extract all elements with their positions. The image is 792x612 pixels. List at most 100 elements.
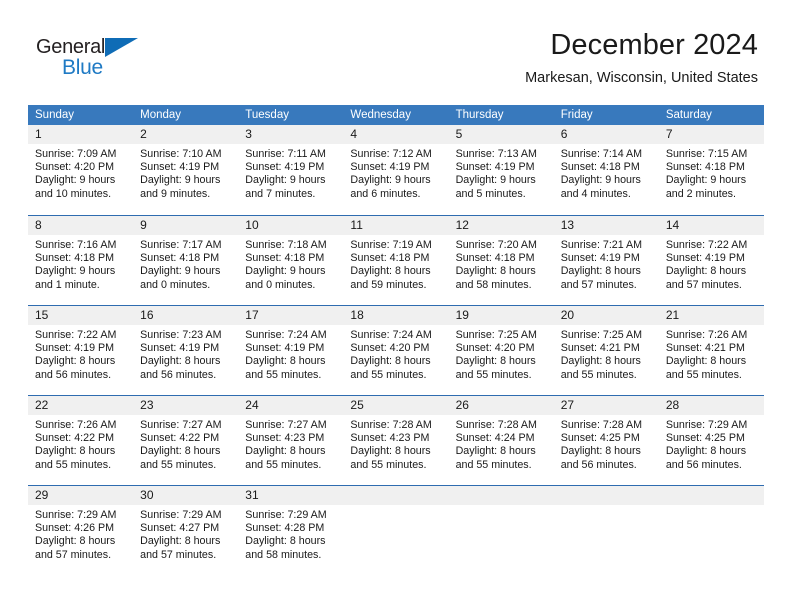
day-detail: Sunrise: 7:29 AM Sunset: 4:27 PM Dayligh… <box>133 505 238 562</box>
sunrise-text: Sunrise: 7:12 AM <box>350 148 432 160</box>
sunset-text: Sunset: 4:18 PM <box>560 161 640 174</box>
sunrise-text: Sunrise: 7:13 AM <box>455 148 537 160</box>
day-cell[interactable]: 23 Sunrise: 7:27 AM Sunset: 4:22 PM Dayl… <box>133 396 239 485</box>
daylight-line2: and 56 minutes. <box>140 368 217 381</box>
day-cell[interactable]: 4 Sunrise: 7:12 AM Sunset: 4:19 PM Dayli… <box>343 125 449 215</box>
day-number: 8 <box>28 216 134 235</box>
day-detail: Sunrise: 7:28 AM Sunset: 4:24 PM Dayligh… <box>449 415 554 472</box>
day-cell[interactable]: 25 Sunrise: 7:28 AM Sunset: 4:23 PM Dayl… <box>343 396 449 485</box>
day-cell[interactable]: 16 Sunrise: 7:23 AM Sunset: 4:19 PM Dayl… <box>133 306 239 395</box>
day-cell[interactable]: 7 Sunrise: 7:15 AM Sunset: 4:18 PM Dayli… <box>658 125 764 215</box>
day-cell[interactable]: 12 Sunrise: 7:20 AM Sunset: 4:18 PM Dayl… <box>448 216 554 305</box>
day-number: 25 <box>343 396 449 415</box>
day-cell[interactable]: 15 Sunrise: 7:22 AM Sunset: 4:19 PM Dayl… <box>28 306 134 395</box>
day-cell[interactable]: 13 Sunrise: 7:21 AM Sunset: 4:19 PM Dayl… <box>553 216 659 305</box>
day-cell[interactable]: 31 Sunrise: 7:29 AM Sunset: 4:28 PM Dayl… <box>238 486 344 575</box>
day-number: 4 <box>343 125 449 144</box>
day-number: 13 <box>553 216 659 235</box>
sunrise-text: Sunrise: 7:18 AM <box>245 239 327 251</box>
sunrise-text: Sunrise: 7:11 AM <box>245 148 326 160</box>
day-cell[interactable]: 6 Sunrise: 7:14 AM Sunset: 4:18 PM Dayli… <box>553 125 659 215</box>
day-cell[interactable]: 20 Sunrise: 7:25 AM Sunset: 4:21 PM Dayl… <box>553 306 659 395</box>
day-detail: Sunrise: 7:27 AM Sunset: 4:23 PM Dayligh… <box>238 415 343 472</box>
day-number: 17 <box>238 306 344 325</box>
day-number: 19 <box>448 306 554 325</box>
day-cell[interactable]: 28 Sunrise: 7:29 AM Sunset: 4:25 PM Dayl… <box>658 396 764 485</box>
day-cell[interactable]: 2 Sunrise: 7:10 AM Sunset: 4:19 PM Dayli… <box>133 125 239 215</box>
day-detail: Sunrise: 7:24 AM Sunset: 4:20 PM Dayligh… <box>343 325 448 382</box>
sunrise-text: Sunrise: 7:29 AM <box>35 509 117 521</box>
sunset-text: Sunset: 4:19 PM <box>140 342 220 355</box>
day-number: 29 <box>28 486 134 505</box>
day-cell-empty <box>448 486 554 575</box>
daylight-line1: Daylight: 9 hours <box>35 174 116 187</box>
general-blue-logo[interactable]: General Blue <box>36 36 146 82</box>
day-cell[interactable]: 3 Sunrise: 7:11 AM Sunset: 4:19 PM Dayli… <box>238 125 344 215</box>
sunset-text: Sunset: 4:19 PM <box>350 161 430 174</box>
sunrise-text: Sunrise: 7:15 AM <box>665 148 748 160</box>
day-number: 30 <box>133 486 239 505</box>
weekday-header-monday: Monday <box>140 109 182 121</box>
sunrise-text: Sunrise: 7:29 AM <box>245 509 327 521</box>
daylight-line1: Daylight: 8 hours <box>665 445 747 458</box>
day-detail: Sunrise: 7:28 AM Sunset: 4:25 PM Dayligh… <box>554 415 659 472</box>
day-cell[interactable]: 11 Sunrise: 7:19 AM Sunset: 4:18 PM Dayl… <box>343 216 449 305</box>
day-cell[interactable]: 27 Sunrise: 7:28 AM Sunset: 4:25 PM Dayl… <box>553 396 659 485</box>
sunrise-text: Sunrise: 7:24 AM <box>350 329 432 341</box>
sunset-text: Sunset: 4:19 PM <box>245 161 325 174</box>
day-cell[interactable]: 8 Sunrise: 7:16 AM Sunset: 4:18 PM Dayli… <box>28 216 134 305</box>
sunset-text: Sunset: 4:21 PM <box>665 342 745 355</box>
day-cell[interactable]: 5 Sunrise: 7:13 AM Sunset: 4:19 PM Dayli… <box>448 125 554 215</box>
day-detail: Sunrise: 7:29 AM Sunset: 4:25 PM Dayligh… <box>659 415 764 472</box>
day-cell[interactable]: 14 Sunrise: 7:22 AM Sunset: 4:19 PM Dayl… <box>658 216 764 305</box>
daylight-line2: and 10 minutes. <box>35 187 112 200</box>
sunset-text: Sunset: 4:20 PM <box>455 342 535 355</box>
day-cell[interactable]: 19 Sunrise: 7:25 AM Sunset: 4:20 PM Dayl… <box>448 306 554 395</box>
day-cell[interactable]: 22 Sunrise: 7:26 AM Sunset: 4:22 PM Dayl… <box>28 396 134 485</box>
daylight-line1: Daylight: 8 hours <box>455 355 536 368</box>
day-detail: Sunrise: 7:24 AM Sunset: 4:19 PM Dayligh… <box>238 325 343 382</box>
daylight-line2: and 7 minutes. <box>245 187 316 200</box>
sunrise-text: Sunrise: 7:17 AM <box>140 239 222 251</box>
sunset-text: Sunset: 4:19 PM <box>35 342 115 355</box>
sunset-text: Sunset: 4:28 PM <box>245 522 325 535</box>
day-number: 10 <box>238 216 344 235</box>
daylight-line2: and 5 minutes. <box>455 187 526 200</box>
day-detail: Sunrise: 7:28 AM Sunset: 4:23 PM Dayligh… <box>343 415 448 472</box>
sunrise-text: Sunrise: 7:24 AM <box>245 329 327 341</box>
day-cell[interactable]: 1 Sunrise: 7:09 AM Sunset: 4:20 PM Dayli… <box>28 125 134 215</box>
daylight-line2: and 55 minutes. <box>455 458 532 471</box>
daylight-line2: and 4 minutes. <box>560 187 631 200</box>
sunset-text: Sunset: 4:18 PM <box>245 252 325 265</box>
day-detail: Sunrise: 7:16 AM Sunset: 4:18 PM Dayligh… <box>28 235 133 292</box>
day-cell[interactable]: 18 Sunrise: 7:24 AM Sunset: 4:20 PM Dayl… <box>343 306 449 395</box>
sunrise-text: Sunrise: 7:28 AM <box>350 419 432 431</box>
daylight-line1: Daylight: 8 hours <box>560 355 641 368</box>
day-detail: Sunrise: 7:10 AM Sunset: 4:19 PM Dayligh… <box>133 144 238 201</box>
day-cell[interactable]: 24 Sunrise: 7:27 AM Sunset: 4:23 PM Dayl… <box>238 396 344 485</box>
day-detail: Sunrise: 7:14 AM Sunset: 4:18 PM Dayligh… <box>554 144 659 201</box>
day-number: 12 <box>448 216 554 235</box>
daylight-line1: Daylight: 8 hours <box>140 535 221 548</box>
day-cell[interactable]: 29 Sunrise: 7:29 AM Sunset: 4:26 PM Dayl… <box>28 486 134 575</box>
calendar-page: General Blue December 2024 Markesan, Wis… <box>0 0 792 612</box>
sunrise-text: Sunrise: 7:25 AM <box>455 329 537 341</box>
day-cell[interactable]: 9 Sunrise: 7:17 AM Sunset: 4:18 PM Dayli… <box>133 216 239 305</box>
day-number <box>343 486 449 505</box>
day-cell[interactable]: 30 Sunrise: 7:29 AM Sunset: 4:27 PM Dayl… <box>133 486 239 575</box>
daylight-line2: and 55 minutes. <box>455 368 532 381</box>
day-cell[interactable]: 17 Sunrise: 7:24 AM Sunset: 4:19 PM Dayl… <box>238 306 344 395</box>
day-number: 27 <box>553 396 659 415</box>
sunset-text: Sunset: 4:23 PM <box>350 432 430 445</box>
daylight-line2: and 55 minutes. <box>35 458 112 471</box>
sunrise-text: Sunrise: 7:10 AM <box>140 148 222 160</box>
day-cell[interactable]: 10 Sunrise: 7:18 AM Sunset: 4:18 PM Dayl… <box>238 216 344 305</box>
sunset-text: Sunset: 4:18 PM <box>140 252 220 265</box>
daylight-line1: Daylight: 8 hours <box>245 535 326 548</box>
sunrise-text: Sunrise: 7:28 AM <box>560 419 643 431</box>
day-cell[interactable]: 26 Sunrise: 7:28 AM Sunset: 4:24 PM Dayl… <box>448 396 554 485</box>
daylight-line2: and 55 minutes. <box>350 368 427 381</box>
day-cell[interactable]: 21 Sunrise: 7:26 AM Sunset: 4:21 PM Dayl… <box>658 306 764 395</box>
calendar-grid: Sunday Monday Tuesday Wednesday Thursday… <box>28 105 764 575</box>
day-detail: Sunrise: 7:20 AM Sunset: 4:18 PM Dayligh… <box>449 235 554 292</box>
